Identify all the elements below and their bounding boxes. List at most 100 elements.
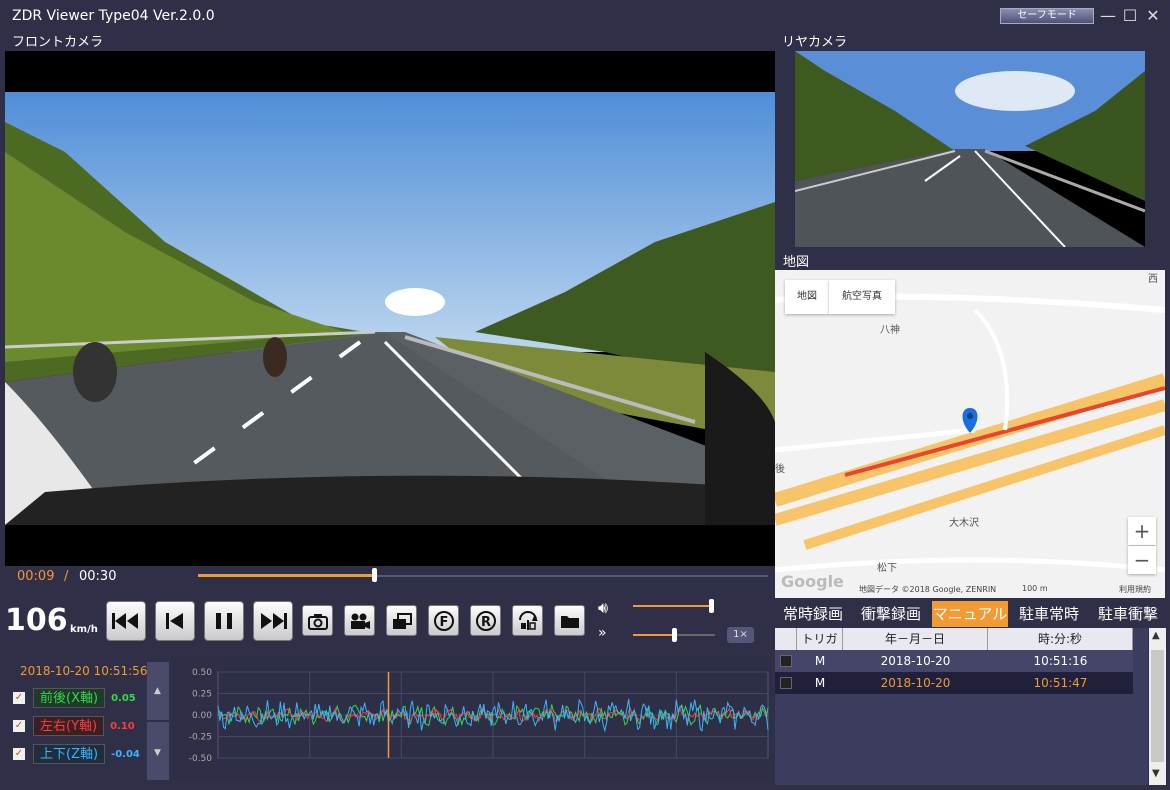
place-label: 大木沢 — [949, 518, 979, 529]
speed-value: 106 — [5, 603, 68, 638]
aerial-mode-button[interactable]: 航空写真 — [829, 280, 895, 314]
axis-y-label: 左右(Y軸) — [33, 716, 105, 736]
rear-camera-video[interactable] — [795, 51, 1145, 247]
maximize-icon[interactable]: ☐ — [1119, 5, 1141, 27]
y-tick-label: -0.25 — [189, 733, 212, 743]
volume-thumb[interactable] — [709, 599, 714, 613]
svg-text:F: F — [439, 615, 448, 630]
step-back-icon — [166, 613, 183, 629]
map-scale: 100 m — [1022, 584, 1048, 593]
rear-r-icon: R — [475, 610, 496, 631]
minimize-icon[interactable]: — — [1097, 5, 1119, 27]
table-row-selected[interactable]: M 2018-10-20 10:51:47 — [775, 672, 1133, 694]
folder-icon — [560, 615, 579, 628]
recordings-table: トリガ 年－月－日 時:分:秒 M 2018-10-20 10:51:16 M … — [775, 628, 1148, 785]
map-label: 地図 — [783, 255, 810, 270]
front-view-button[interactable]: F — [428, 605, 459, 636]
row-time: 10:51:47 — [1033, 676, 1088, 690]
row-checkbox[interactable] — [780, 655, 792, 667]
gsensor-scroll[interactable]: ▲ ▼ — [147, 662, 169, 780]
gsensor-chart[interactable]: 0.50 0.25 0.00 -0.25 -0.50 — [172, 662, 772, 780]
y-tick-label: 0.00 — [192, 711, 212, 721]
axis-z-value: -0.04 — [111, 748, 140, 760]
speed-unit: km/h — [70, 624, 98, 635]
scroll-down-icon[interactable]: ▼ — [154, 748, 161, 758]
camera-icon — [307, 613, 328, 630]
zoom-in-button[interactable]: + — [1128, 517, 1156, 545]
row-trigger: M — [814, 676, 826, 690]
front-camera-label: フロントカメラ — [12, 35, 104, 50]
gsensor-datetime: 2018-10-20 10:51:56 — [20, 664, 148, 678]
skip-back-icon — [112, 613, 138, 629]
axis-z-row[interactable]: ✓ 上下(Z軸) -0.04 — [13, 743, 140, 765]
scroll-down-icon[interactable]: ▼ — [1152, 768, 1160, 779]
snapshot-button[interactable] — [302, 605, 333, 636]
axis-x-value: 0.05 — [111, 692, 136, 704]
axis-x-label: 前後(X軸) — [33, 688, 106, 708]
tab-parking-impact[interactable]: 駐車衝撃 — [1090, 601, 1166, 627]
video-camera-icon — [350, 613, 370, 629]
volume-slider[interactable] — [633, 605, 713, 607]
flip-button[interactable] — [512, 605, 543, 636]
map-view[interactable]: 八神 大木沢 松下 後 西 Google 地図データ ©2018 Google,… — [775, 270, 1165, 598]
open-folder-button[interactable] — [554, 605, 585, 636]
axis-z-checkbox[interactable]: ✓ — [13, 748, 25, 760]
table-row[interactable]: M 2018-10-20 10:51:16 — [775, 650, 1133, 672]
title-bar: ZDR Viewer Type04 Ver.2.0.0 セーフモード — ☐ ✕ — [0, 0, 1170, 30]
axis-y-value: 0.10 — [110, 720, 135, 732]
video-export-button[interactable] — [344, 605, 375, 636]
playback-rate-thumb[interactable] — [672, 628, 677, 642]
gsensor-chart-svg: 0.50 0.25 0.00 -0.25 -0.50 — [189, 668, 769, 764]
skip-forward-button[interactable] — [253, 601, 293, 641]
row-checkbox[interactable] — [780, 677, 792, 689]
total-time: 00:30 — [79, 569, 117, 584]
y-tick-label: -0.50 — [189, 754, 213, 764]
row-time: 10:51:16 — [1033, 654, 1088, 668]
axis-x-row[interactable]: ✓ 前後(X軸) 0.05 — [13, 687, 136, 709]
row-date: 2018-10-20 — [880, 676, 951, 690]
map-terms-link[interactable]: 利用規約 — [1119, 584, 1151, 595]
tab-manual[interactable]: マニュアル — [932, 601, 1008, 627]
seek-bar-progress — [198, 574, 376, 577]
volume-icon[interactable]: 🔊︎ — [598, 598, 608, 618]
playback-rate-slider[interactable] — [633, 634, 675, 636]
column-header — [775, 628, 797, 650]
tab-parking-normal[interactable]: 駐車常時 — [1011, 601, 1087, 627]
skip-back-button[interactable] — [106, 601, 146, 641]
axis-y-checkbox[interactable]: ✓ — [13, 720, 25, 732]
zoom-out-button[interactable]: − — [1128, 546, 1156, 574]
axis-y-row[interactable]: ✓ 左右(Y軸) 0.10 — [13, 715, 135, 737]
svg-text:R: R — [480, 615, 490, 630]
scroll-thumb[interactable] — [1151, 650, 1164, 762]
flip-icon — [518, 610, 538, 630]
place-label: 松下 — [877, 563, 897, 574]
pause-button[interactable] — [204, 601, 244, 641]
axis-x-checkbox[interactable]: ✓ — [13, 692, 25, 704]
scroll-up-icon[interactable]: ▲ — [154, 686, 161, 696]
google-logo: Google — [781, 572, 844, 591]
time-separator: / — [64, 569, 69, 584]
map-mode-button[interactable]: 地図 — [785, 280, 829, 314]
step-back-button[interactable] — [155, 601, 195, 641]
rear-camera-label: リヤカメラ — [782, 35, 848, 50]
fast-forward-icon: » — [598, 625, 607, 641]
map-attribution: 地図データ ©2018 Google, ZENRIN — [859, 585, 997, 594]
column-header-trigger: トリガ — [797, 628, 843, 650]
seek-thumb[interactable] — [372, 568, 377, 582]
front-camera-video[interactable] — [5, 92, 775, 525]
close-icon[interactable]: ✕ — [1142, 5, 1164, 27]
tab-normal-recording[interactable]: 常時録画 — [776, 601, 850, 627]
current-time: 00:09 — [17, 569, 55, 584]
safe-mode-button[interactable]: セーフモード — [1000, 8, 1094, 24]
playback-rate-track[interactable] — [675, 634, 715, 636]
rear-view-button[interactable]: R — [470, 605, 501, 636]
place-label: 八神 — [880, 325, 900, 336]
table-scrollbar[interactable]: ▲ ▼ — [1149, 628, 1166, 785]
front-f-icon: F — [433, 610, 454, 631]
scroll-up-icon[interactable]: ▲ — [1152, 630, 1160, 641]
app-title: ZDR Viewer Type04 Ver.2.0.0 — [12, 8, 215, 24]
window-toggle-button[interactable] — [386, 605, 417, 636]
y-tick-label: 0.50 — [192, 668, 212, 678]
tab-impact-recording[interactable]: 衝撃録画 — [853, 601, 929, 627]
column-header-date: 年－月－日 — [843, 628, 988, 650]
